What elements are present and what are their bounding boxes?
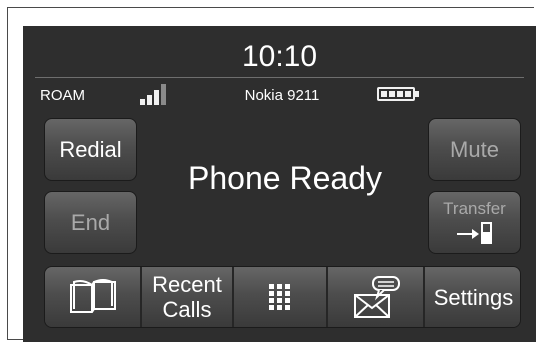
phonebook-button[interactable]: [45, 267, 142, 327]
transfer-button[interactable]: Transfer: [428, 191, 521, 254]
clock: 10:10: [241, 40, 318, 73]
keypad-icon: [269, 284, 290, 310]
header-divider: [35, 77, 524, 78]
phonebook-icon: [69, 279, 116, 313]
phone-status-text: Phone Ready: [188, 160, 382, 196]
messages-icon: [353, 276, 400, 318]
keypad-button[interactable]: [234, 267, 328, 327]
messages-button[interactable]: [328, 267, 425, 327]
recent-calls-button[interactable]: Recent Calls: [142, 267, 234, 327]
settings-button[interactable]: Settings: [425, 267, 520, 327]
transfer-label: Transfer: [443, 199, 506, 218]
end-button[interactable]: End: [44, 191, 137, 254]
signal-strength-icon: [140, 83, 170, 105]
transfer-to-handset-icon: [456, 222, 492, 244]
redial-button[interactable]: Redial: [44, 118, 137, 181]
battery-icon: [377, 87, 419, 103]
roam-indicator: ROAM: [40, 87, 85, 104]
recent-calls-label-line1: Recent: [152, 272, 222, 297]
mute-button[interactable]: Mute: [428, 118, 521, 181]
bottom-menu-bar: Recent Calls Settings: [44, 266, 521, 328]
recent-calls-label-line2: Calls: [162, 297, 212, 322]
device-name: Nokia 9211: [244, 87, 320, 104]
